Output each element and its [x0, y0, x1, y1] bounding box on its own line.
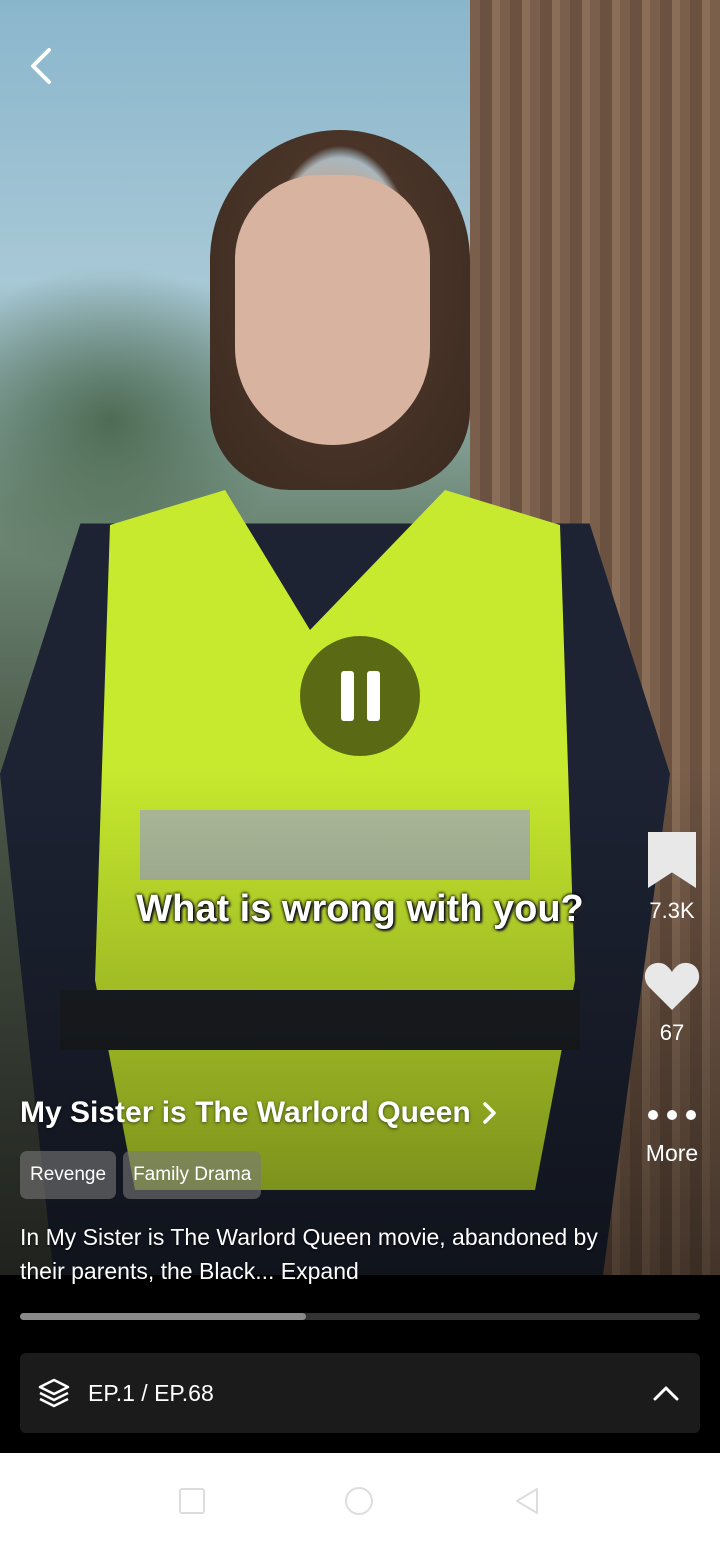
expand-link[interactable]: Expand — [281, 1258, 359, 1284]
like-count: 67 — [659, 1020, 685, 1045]
recents-icon[interactable] — [179, 1488, 205, 1514]
system-nav-bar — [0, 1453, 720, 1549]
playback-progress-fill — [20, 1313, 306, 1320]
more-dots-icon — [642, 1110, 702, 1120]
playback-progress-bar[interactable] — [20, 1313, 700, 1320]
episode-selector[interactable]: EP.1 / EP.68 — [20, 1353, 700, 1433]
home-icon[interactable] — [345, 1487, 373, 1515]
pause-button[interactable] — [300, 636, 420, 756]
more-label: More — [645, 1140, 699, 1166]
pause-icon-bar — [366, 671, 380, 721]
layers-icon — [38, 1378, 70, 1408]
like-button[interactable]: 67 — [642, 960, 702, 1046]
pause-icon — [340, 671, 354, 721]
tag-list: Revenge Family Drama — [20, 1151, 262, 1199]
drama-title: My Sister is The Warlord Queen — [20, 1096, 471, 1129]
drama-description: In My Sister is The Warlord Queen movie,… — [20, 1220, 620, 1288]
episode-label: EP.1 / EP.68 — [88, 1379, 214, 1406]
tag-family-drama[interactable]: Family Drama — [123, 1151, 262, 1199]
chevron-right-icon — [482, 1102, 496, 1124]
bookmark-count: 7.3K — [649, 898, 695, 923]
back-triangle-icon[interactable] — [513, 1486, 541, 1516]
more-button[interactable]: More — [642, 1110, 702, 1167]
video-subtitle: What is wrong with you? — [136, 888, 584, 930]
chevron-up-icon[interactable] — [652, 1379, 680, 1407]
drama-title-link[interactable]: My Sister is The Warlord Queen — [20, 1096, 497, 1130]
bookmark-button[interactable]: 7.3K — [642, 832, 702, 924]
back-arrow-icon — [31, 48, 51, 84]
back-button[interactable] — [18, 44, 62, 88]
bookmark-icon — [648, 832, 696, 888]
tag-revenge[interactable]: Revenge — [20, 1151, 117, 1199]
heart-icon — [644, 962, 700, 1010]
